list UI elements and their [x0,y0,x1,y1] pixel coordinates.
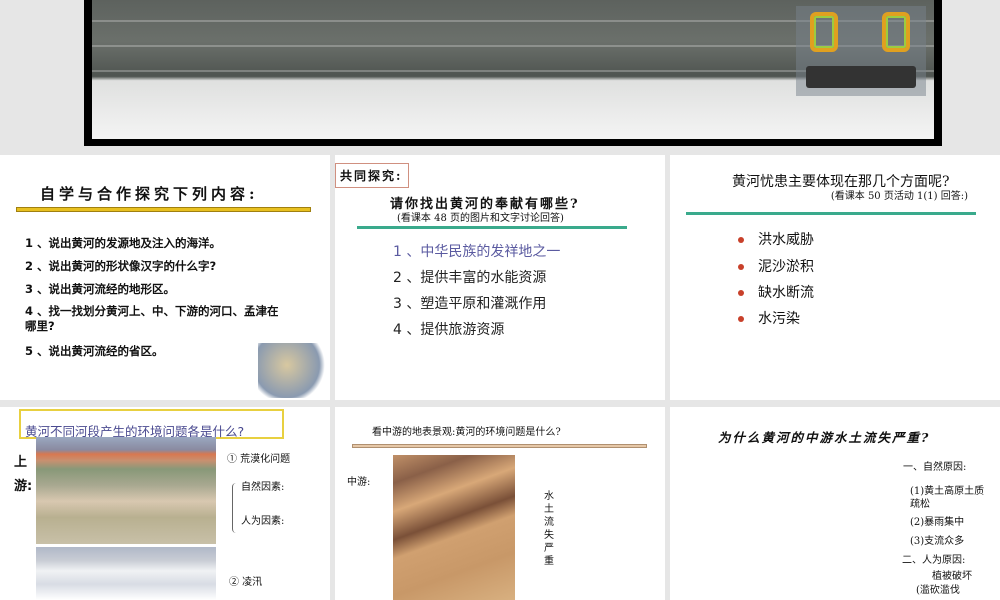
slide-title: 黄河不同河段产生的环境问题各是什么? [19,409,284,439]
slide-thumbnail-6[interactable]: 为什么黄河的中游水土流失严重? 一、自然原因: (1)黄土高原土质疏松 (2)暴… [670,407,1000,600]
slide-thumbnail-title[interactable] [84,0,942,146]
slide-title: 看中游的地表景观:黄河的环境问题是什么? [372,427,561,438]
bullet-item: 水污染 [738,308,800,328]
text-line: 一、自然原因: [903,462,967,473]
divider [686,212,976,215]
text-line: 二、人为原因: [902,555,966,566]
human-factor-label: 人为因素: [241,516,285,527]
ice-photo [36,547,216,600]
section-label: 中游: [347,477,371,488]
slide-thumbnail-1[interactable]: 自学与合作探究下列内容: 1 、说出黄河的发源地及注入的海洋。 2 、说出黄河的… [0,155,330,400]
note-text: (看课本 48 页的图片和文字讨论回答) [397,213,564,224]
list-item: 4 、提供旅游资源 [393,322,505,338]
list-item: 3 、说出黄河流经的地形区。 [25,282,176,296]
slide-title: 自学与合作探究下列内容: [40,185,259,203]
list-item: 5 、说出黄河流经的省区。 [25,344,164,358]
slide-title: 黄河忧患主要体现在那几个方面呢? [732,174,950,190]
vertical-text: 水土流失严重 [544,491,554,567]
loess-plateau-photo [393,455,515,600]
bullet-item: 缺水断流 [738,282,814,302]
list-item: 3 、塑造平原和灌溉作用 [393,296,547,312]
slide-title: 为什么黄河的中游水土流失严重? [718,430,931,445]
section-label: 上游: [14,455,33,494]
text-line: (1)黄土高原土质疏松 [910,486,985,510]
list-item: 1 、说出黄河的发源地及注入的海洋。 [25,236,222,250]
bullet-item: 泥沙淤积 [738,256,814,276]
list-item: 1 、中华民族的发祥地之一 [393,244,561,260]
divider [16,207,311,212]
text-line: (2)暴雨集中 [910,517,965,528]
bullet-item: 洪水威胁 [738,229,814,249]
natural-factor-label: 自然因素: [241,482,285,493]
list-item: 4 、找一找划分黄河上、中、下游的河口、孟津在哪里? [25,304,279,333]
logo-image [796,6,926,96]
slide-thumbnail-3[interactable]: 黄河忧患主要体现在那几个方面呢? (看课本 50 页活动 1(1) 回答:) 洪… [670,155,1000,400]
divider [352,444,647,448]
tag-label: 共同探究: [335,163,410,188]
people-clipart [258,343,330,398]
point-text: ② 凌汛 [229,577,263,588]
divider [357,226,627,229]
list-item: 2 、提供丰富的水能资源 [393,270,547,286]
slide-title: 请你找出黄河的奉献有哪些? [390,197,580,212]
slide-thumbnail-2[interactable]: 共同探究: 请你找出黄河的奉献有哪些? (看课本 48 页的图片和文字讨论回答)… [335,155,665,400]
text-line: 植被破坏 [932,571,972,582]
river-photo [92,0,934,139]
brace [232,483,237,533]
slide-thumbnail-5[interactable]: 看中游的地表景观:黄河的环境问题是什么? 中游: 水土流失严重 [335,407,665,600]
point-text: ① 荒漠化问题 [227,454,291,465]
text-line: (3)支流众多 [910,536,965,547]
note-text: (看课本 50 页活动 1(1) 回答:) [830,191,968,202]
text-line: (滥砍滥伐 [916,585,960,596]
desert-photo [36,437,216,544]
list-item: 2 、说出黄河的形状像汉字的什么字? [25,259,217,273]
slide-thumbnail-4[interactable]: 黄河不同河段产生的环境问题各是什么? 上游: ① 荒漠化问题 自然因素: 人为因… [0,407,330,600]
